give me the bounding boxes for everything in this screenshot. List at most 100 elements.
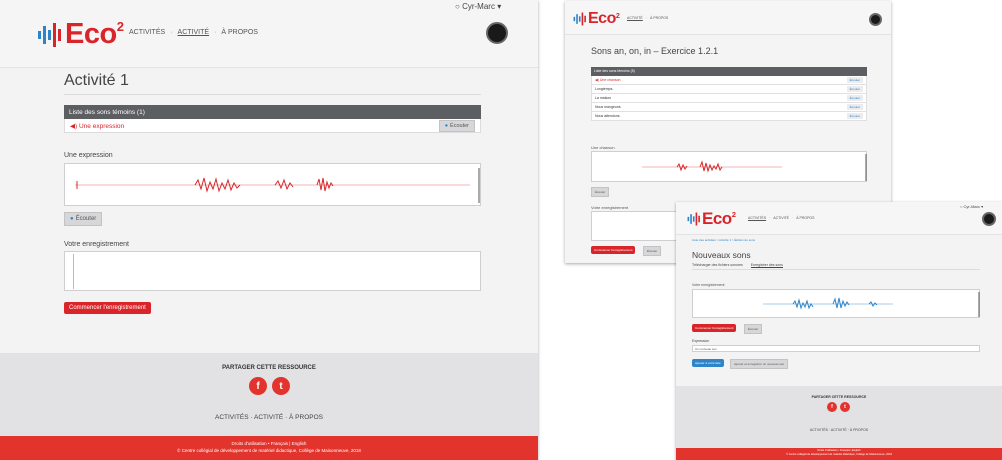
user-name: Cyr-Marc xyxy=(462,2,495,11)
avatar[interactable] xyxy=(869,13,882,26)
site-logo[interactable]: Eco2 xyxy=(37,18,124,51)
expression-heading: Une expression xyxy=(64,152,113,159)
listen-button[interactable]: ● Écouter xyxy=(438,119,475,132)
facebook-icon[interactable]: f xyxy=(827,402,837,412)
site-logo[interactable]: Eco2 xyxy=(573,10,620,28)
avatar[interactable] xyxy=(486,22,508,44)
start-recording-button[interactable]: Commencer l'enregistrement xyxy=(591,246,636,254)
page-title: Nouveaux sons xyxy=(692,250,751,260)
list-item[interactable]: La maison Écouter xyxy=(591,94,867,103)
nav-item-activite[interactable]: ACTIVITÉ xyxy=(627,16,643,20)
play-icon: ● xyxy=(70,216,74,222)
footer-nav[interactable]: ACTIVITÉS · ACTIVITÉ · À PROPOS xyxy=(0,414,538,421)
recording-heading: Votre enregistrement xyxy=(591,205,629,210)
site-header: Eco2 ACTIVITÉS · ACTIVITÉ · À PROPOS ○ C… xyxy=(676,202,1002,235)
listen-button[interactable]: Écouter xyxy=(846,86,863,92)
user-menu[interactable]: ○ Cyr-Marc ▾ xyxy=(960,204,983,209)
expression-input[interactable]: Un nouveau son xyxy=(692,345,980,352)
breadcrumb[interactable]: Liste des activités > Activité 1 > Éditi… xyxy=(692,238,755,242)
list-item[interactable]: Nous mangeons. Écouter xyxy=(591,103,867,112)
page-title: Sons an, on, in – Exercice 1.2.1 xyxy=(591,46,719,56)
list-item-label: Une expression xyxy=(78,122,125,130)
tab-record-sounds[interactable]: Enregistrer des sons xyxy=(750,263,783,268)
divider xyxy=(692,269,980,270)
logo-text: Eco xyxy=(588,10,616,27)
logo-mark-icon xyxy=(38,22,61,47)
add-to-list-button[interactable]: Ajouter à votre liste xyxy=(692,359,724,367)
footer-legal: Droits d'utilisation • Français | Englis… xyxy=(0,436,538,460)
share-title: PARTAGER CETTE RESSOURCE xyxy=(811,395,867,399)
footer-links[interactable]: Droits d'utilisation • Français | Englis… xyxy=(0,440,538,447)
listen-button[interactable]: Écouter xyxy=(744,324,763,334)
list-item[interactable]: Nous attendons. Écouter xyxy=(591,112,867,121)
share-buttons: f t xyxy=(249,377,290,395)
main-nav: ACTIVITÉS · ACTIVITÉ · À PROPOS xyxy=(748,216,818,220)
nav-separator: · xyxy=(645,16,647,20)
play-icon: ● xyxy=(444,122,449,129)
tab-upload-files[interactable]: Télécharger des fichiers sonores xyxy=(692,263,743,268)
nav-item-a-propos[interactable]: À PROPOS xyxy=(221,29,258,36)
logo-mark-icon xyxy=(687,212,700,226)
add-and-record-button[interactable]: Ajouter et enregistrer un nouveau son xyxy=(730,359,789,369)
site-header: Eco2 ACTIVITÉS · ACTIVITÉ · À PROPOS ○ C… xyxy=(0,0,538,68)
recording-heading: Votre enregistrement xyxy=(64,241,129,248)
user-menu[interactable]: ○ Cyr-Marc ▾ xyxy=(455,2,501,11)
listen-button[interactable]: Écouter xyxy=(846,95,863,101)
waveform-graphic xyxy=(763,292,980,317)
recording-cursor xyxy=(73,254,74,289)
list-item[interactable]: ◀) Une expression ● Écouter xyxy=(64,119,481,133)
reference-sounds-panel: Liste des sons témoins (1) ◀) Une expres… xyxy=(64,105,481,133)
footer-nav[interactable]: ACTIVITÉS · ACTIVITÉ · À PROPOS xyxy=(676,428,1002,432)
nav-item-activite[interactable]: ACTIVITÉ xyxy=(178,29,210,36)
twitter-icon[interactable]: t xyxy=(272,377,290,395)
expression-waveform[interactable] xyxy=(64,163,481,206)
listen-button-label: Écouter xyxy=(450,122,469,129)
recording-area[interactable] xyxy=(64,251,481,291)
site-logo[interactable]: Eco2 xyxy=(687,209,736,229)
screenshot-activity-page: Eco2 ACTIVITÉS · ACTIVITÉ · À PROPOS ○ C… xyxy=(0,0,538,460)
nav-separator: · xyxy=(792,216,794,220)
reference-sounds-panel: Liste des sons témoins (5) ◀) Une chanso… xyxy=(591,67,867,121)
footer-legal: Droits d'utilisation • Français | Englis… xyxy=(676,448,1002,460)
list-item[interactable]: Longtemps. Écouter xyxy=(591,85,867,94)
panel-header: Liste des sons témoins (1) xyxy=(64,105,481,119)
expression-waveform[interactable] xyxy=(591,151,867,182)
share-buttons: f t xyxy=(827,402,850,412)
share-title: PARTAGER CETTE RESSOURCE xyxy=(222,365,316,371)
nav-separator: · xyxy=(170,29,173,36)
twitter-icon[interactable]: t xyxy=(840,402,850,412)
expression-label: Expression xyxy=(692,339,710,343)
nav-item-activite[interactable]: ACTIVITÉ xyxy=(773,216,789,220)
main-nav: ACTIVITÉS · ACTIVITÉ · À PROPOS xyxy=(129,29,263,36)
chevron-down-icon: ▾ xyxy=(497,2,502,11)
listen-button[interactable]: ● Écouter xyxy=(64,212,103,226)
nav-item-a-propos[interactable]: À PROPOS xyxy=(796,216,814,220)
facebook-icon[interactable]: f xyxy=(249,377,267,395)
nav-item-a-propos[interactable]: À PROPOS xyxy=(650,16,668,20)
avatar[interactable] xyxy=(982,212,996,226)
list-item-label: Une chanson xyxy=(599,78,621,82)
user-name: Cyr-Marc xyxy=(963,204,980,209)
listen-button[interactable]: Écouter xyxy=(643,246,662,256)
listen-button[interactable]: Écouter xyxy=(846,113,863,119)
speaker-icon: ◀) xyxy=(70,122,78,130)
recording-waveform[interactable] xyxy=(692,289,980,318)
main-nav: ACTIVITÉ · À PROPOS xyxy=(627,16,671,20)
screenshot-new-sounds-page: Eco2 ACTIVITÉS · ACTIVITÉ · À PROPOS ○ C… xyxy=(676,202,1002,460)
listen-button[interactable]: Écouter xyxy=(846,77,863,83)
listen-button[interactable]: Écouter xyxy=(846,104,863,110)
start-recording-button[interactable]: Commencer l'enregistrement xyxy=(64,302,151,314)
logo-superscript: 2 xyxy=(116,19,124,34)
nav-separator: · xyxy=(214,29,217,36)
nav-item-activites[interactable]: ACTIVITÉS xyxy=(129,29,165,36)
logo-superscript: 2 xyxy=(731,210,736,219)
list-item[interactable]: ◀) Une chanson Écouter xyxy=(591,76,867,85)
logo-text: Eco xyxy=(702,209,732,228)
listen-button[interactable]: Écouter xyxy=(591,187,610,197)
logo-superscript: 2 xyxy=(615,11,620,20)
logo-text: Eco xyxy=(65,18,117,50)
start-recording-button[interactable]: Commencer l'enregistrement xyxy=(692,324,737,332)
list-item-label: Longtemps. xyxy=(595,87,614,91)
panel-header: Liste des sons témoins (5) xyxy=(591,67,867,76)
nav-item-activites[interactable]: ACTIVITÉS xyxy=(748,216,766,220)
